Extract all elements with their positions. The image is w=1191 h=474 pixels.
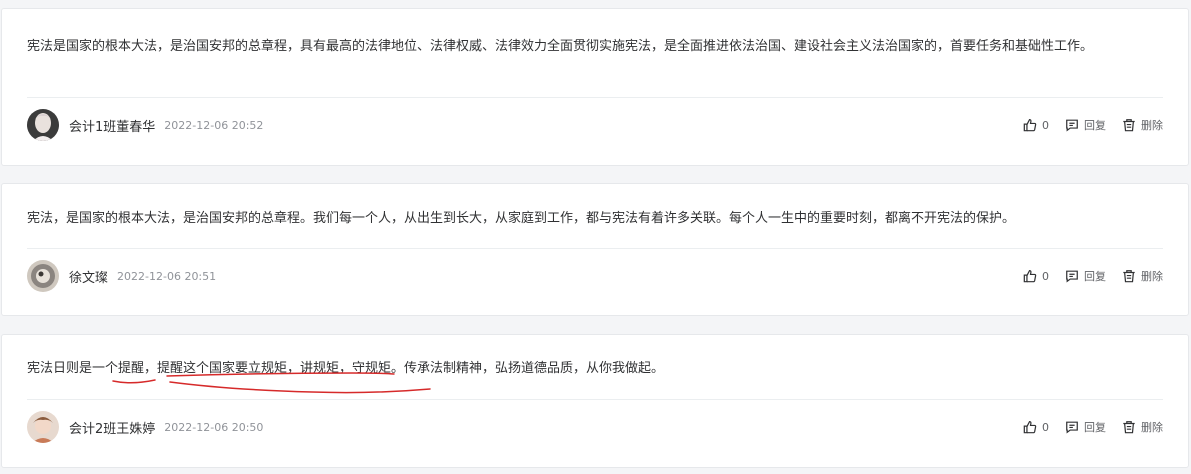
like-count: 0 bbox=[1042, 269, 1049, 283]
thumbs-up-icon bbox=[1023, 269, 1037, 283]
divider bbox=[27, 248, 1163, 249]
divider bbox=[27, 399, 1163, 400]
like-count: 0 bbox=[1042, 420, 1049, 434]
trash-icon bbox=[1123, 421, 1135, 434]
avatar[interactable] bbox=[27, 411, 59, 443]
reply-label: 回复 bbox=[1084, 421, 1106, 434]
avatar[interactable] bbox=[27, 109, 59, 141]
author-name[interactable]: 会计2班王姝婷 bbox=[69, 418, 155, 437]
comment-card: 宪法是国家的根本大法，是治国安邦的总章程，具有最高的法律地位、法律权威、法律效力… bbox=[1, 8, 1189, 166]
comment-meta: 会计2班王姝婷 2022-12-06 20:50 0 回复 删除 bbox=[27, 410, 1163, 444]
avatar[interactable] bbox=[27, 260, 59, 292]
thumbs-up-icon bbox=[1023, 118, 1037, 132]
timestamp: 2022-12-06 20:50 bbox=[164, 420, 264, 434]
reply-label: 回复 bbox=[1084, 270, 1106, 283]
author-name[interactable]: 会计1班董春华 bbox=[69, 116, 155, 135]
comment-text: 宪法日则是一个提醒，提醒这个国家要立规矩，讲规矩，守规矩。传承法制精神，弘扬道德… bbox=[27, 361, 665, 376]
like-count: 0 bbox=[1042, 118, 1049, 132]
like-button[interactable]: 0 bbox=[1023, 118, 1049, 132]
delete-label: 删除 bbox=[1141, 421, 1163, 434]
comment-actions: 0 回复 删除 bbox=[1023, 419, 1163, 435]
reply-label: 回复 bbox=[1084, 119, 1106, 132]
trash-icon bbox=[1123, 270, 1135, 283]
delete-button[interactable]: 删除 bbox=[1122, 268, 1163, 284]
comment-text: 宪法是国家的根本大法，是治国安邦的总章程，具有最高的法律地位、法律权威、法律效力… bbox=[27, 39, 1094, 54]
comment-card: 宪法日则是一个提醒，提醒这个国家要立规矩，讲规矩，守规矩。传承法制精神，弘扬道德… bbox=[1, 334, 1189, 468]
reply-icon bbox=[1066, 421, 1078, 434]
reply-button[interactable]: 回复 bbox=[1065, 419, 1106, 435]
timestamp: 2022-12-06 20:52 bbox=[164, 118, 264, 132]
divider bbox=[27, 97, 1163, 98]
comment-actions: 0 回复 删除 bbox=[1023, 117, 1163, 133]
reply-button[interactable]: 回复 bbox=[1065, 268, 1106, 284]
comment-text: 宪法，是国家的根本大法，是治国安邦的总章程。我们每一个人，从出生到长大，从家庭到… bbox=[27, 211, 1016, 226]
comment-card: 宪法，是国家的根本大法，是治国安邦的总章程。我们每一个人，从出生到长大，从家庭到… bbox=[1, 183, 1189, 316]
reply-icon bbox=[1066, 119, 1078, 132]
reply-button[interactable]: 回复 bbox=[1065, 117, 1106, 133]
delete-label: 删除 bbox=[1141, 119, 1163, 132]
like-button[interactable]: 0 bbox=[1023, 269, 1049, 283]
comment-meta: 会计1班董春华 2022-12-06 20:52 0 回复 删除 bbox=[27, 108, 1163, 142]
delete-button[interactable]: 删除 bbox=[1122, 419, 1163, 435]
author-name[interactable]: 徐文璨 bbox=[69, 267, 108, 286]
thumbs-up-icon bbox=[1023, 420, 1037, 434]
comment-feed: 宪法是国家的根本大法，是治国安邦的总章程，具有最高的法律地位、法律权威、法律效力… bbox=[0, 0, 1191, 474]
comment-actions: 0 回复 删除 bbox=[1023, 268, 1163, 284]
delete-label: 删除 bbox=[1141, 270, 1163, 283]
trash-icon bbox=[1123, 119, 1135, 132]
delete-button[interactable]: 删除 bbox=[1122, 117, 1163, 133]
reply-icon bbox=[1066, 270, 1078, 283]
comment-meta: 徐文璨 2022-12-06 20:51 0 回复 删除 bbox=[27, 259, 1163, 293]
like-button[interactable]: 0 bbox=[1023, 420, 1049, 434]
timestamp: 2022-12-06 20:51 bbox=[117, 269, 217, 283]
